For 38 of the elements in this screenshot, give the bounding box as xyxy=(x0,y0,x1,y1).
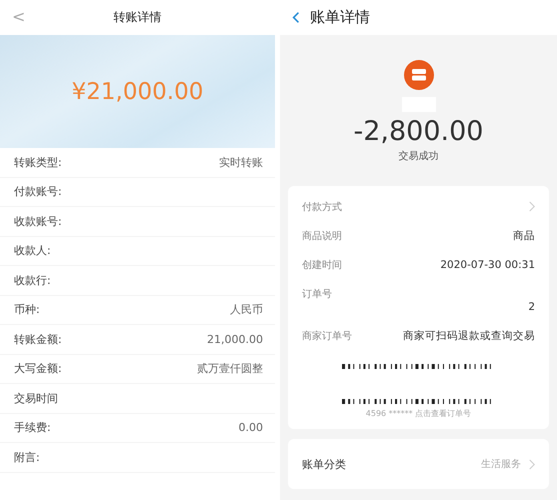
back-icon[interactable] xyxy=(292,11,300,24)
field-label: 创建时间 xyxy=(302,258,342,272)
field-label: 商家订单号 xyxy=(302,330,352,342)
field-value: 贰万壹仟圆整 xyxy=(197,361,263,376)
field-label: 付款方式 xyxy=(302,200,342,214)
field-label: 附言: xyxy=(14,450,40,465)
field-label: 付款账号: xyxy=(14,184,62,200)
field-label: 交易时间 xyxy=(14,390,58,406)
field-label: 商品说明 xyxy=(302,230,342,242)
field-value: 实时转账 xyxy=(219,154,263,170)
field-value: 2020-07-30 00:31 xyxy=(440,258,535,270)
field-label: 手续费: xyxy=(14,420,51,436)
field-value: 商品 xyxy=(513,228,535,242)
field-label: 收款账号: xyxy=(14,214,62,229)
order-number-link[interactable]: 4596 ****** 点击查看订单号 xyxy=(366,408,472,419)
field-label: 收款行: xyxy=(14,272,51,288)
chevron-right-icon[interactable] xyxy=(529,201,535,212)
field-label: 币种: xyxy=(14,302,40,318)
field-value: 2 xyxy=(528,301,535,313)
field-label: 收款人: xyxy=(14,243,51,258)
page-title: 转账详情 xyxy=(114,9,162,26)
status-text: 交易成功 xyxy=(398,150,438,163)
transfer-amount: ¥21,000.00 xyxy=(72,78,204,104)
field-label: 大写金额: xyxy=(14,361,62,376)
field-label: 转账金额: xyxy=(14,332,62,347)
field-value: 0.00 xyxy=(238,421,263,434)
field-value: 人民币 xyxy=(230,302,263,318)
store-icon xyxy=(404,60,434,90)
category-value: 生活服务 xyxy=(481,458,521,471)
field-label: 转账类型: xyxy=(14,154,62,170)
back-button[interactable]: < xyxy=(12,7,26,26)
field-label: 订单号 xyxy=(302,288,333,301)
chevron-right-icon[interactable] xyxy=(529,458,535,470)
field-label: 账单分类 xyxy=(302,456,346,472)
page-title: 账单详情 xyxy=(310,8,370,27)
bill-amount: -2,800.00 xyxy=(354,116,484,147)
field-value: 商家可扫码退款或查询交易 xyxy=(403,328,535,342)
field-value: 21,000.00 xyxy=(207,332,263,346)
